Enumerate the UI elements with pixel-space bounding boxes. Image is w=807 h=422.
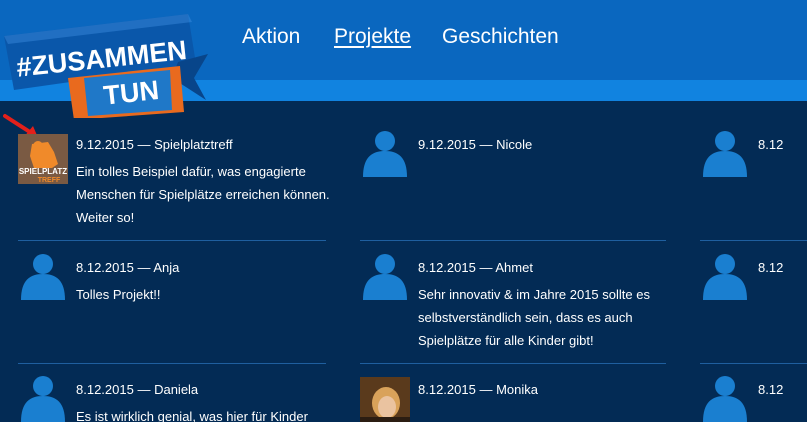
comment-date: 9.12.2015 <box>76 137 134 152</box>
comment-meta: 9.12.2015 — Spielplatztreff <box>76 136 233 154</box>
nav-item-geschichten[interactable]: Geschichten <box>442 24 559 50</box>
divider <box>700 240 807 241</box>
logo-text-line2: TUN <box>102 75 160 111</box>
divider <box>700 363 807 364</box>
comment-meta: 8.12.2015 — Monika <box>418 381 538 399</box>
comment-date: 8.12.2015 <box>76 260 134 275</box>
comment-date: 9.12.2015 <box>418 137 476 152</box>
comment-text: Sehr innovativ & im Jahre 2015 sollte es… <box>418 287 650 348</box>
comment-author: Daniela <box>154 382 199 397</box>
comment-date: 8.12 <box>758 382 784 397</box>
spielplatz-logo-text: SPIELPLATZ <box>19 167 67 176</box>
user-avatar-icon <box>703 131 747 177</box>
monika-avatar-photo[interactable] <box>360 377 410 422</box>
divider <box>360 363 666 364</box>
separator: — <box>475 137 497 152</box>
comment-text: Tolles Projekt!! <box>76 287 161 302</box>
comment-date: 8.12.2015 <box>418 260 476 275</box>
separator: — <box>133 260 154 275</box>
page: #ZUSAMMEN TUN Aktion Projekte Geschichte… <box>0 0 807 422</box>
divider <box>18 240 326 241</box>
nav-item-projekte[interactable]: Projekte <box>334 24 411 50</box>
separator: — <box>475 260 496 275</box>
comment-date: 8.12.2015 <box>418 382 476 397</box>
comment-text: Ein tolles Beispiel dafür, was engagiert… <box>76 164 330 225</box>
comment-text: Es ist wirklich genial, was hier für Kin… <box>76 409 308 422</box>
zusammen-tun-logo[interactable]: #ZUSAMMEN TUN <box>0 8 210 118</box>
comment-meta: 8.12.2015 — Ahmet <box>418 259 533 277</box>
comment-author: Nicole <box>496 137 533 152</box>
user-avatar-icon <box>21 376 65 422</box>
comment-date: 8.12 <box>758 137 784 152</box>
comment-author: Spielplatztreff <box>154 137 233 152</box>
divider <box>360 240 666 241</box>
comment-author: Ahmet <box>495 260 533 275</box>
comment-meta: 9.12.2015 — Nicole <box>418 136 532 154</box>
comment-author: Anja <box>153 260 180 275</box>
separator: — <box>475 382 497 397</box>
nav-item-aktion[interactable]: Aktion <box>242 24 300 50</box>
user-avatar-icon <box>363 254 407 300</box>
comment-meta: 8.12.2015 — Daniela <box>76 381 198 399</box>
comment-meta: 8.12 <box>758 259 783 277</box>
comment-author: Monika <box>496 382 538 397</box>
comment-meta: 8.12.2015 — Anja <box>76 259 179 277</box>
user-avatar-icon <box>703 254 747 300</box>
comment-date: 8.12.2015 <box>76 382 134 397</box>
user-avatar-icon <box>21 254 65 300</box>
comment-meta: 8.12 <box>758 381 783 399</box>
user-avatar-icon <box>363 131 407 177</box>
comment-date: 8.12 <box>758 260 784 275</box>
spielplatz-logo-subtext: TREFF <box>38 177 61 184</box>
separator: — <box>133 137 155 152</box>
divider <box>18 363 326 364</box>
spielplatz-treff-avatar[interactable]: SPIELPLATZ TREFF <box>18 134 68 184</box>
user-avatar-icon <box>703 376 747 422</box>
comment-meta: 8.12 <box>758 136 783 154</box>
separator: — <box>133 382 155 397</box>
